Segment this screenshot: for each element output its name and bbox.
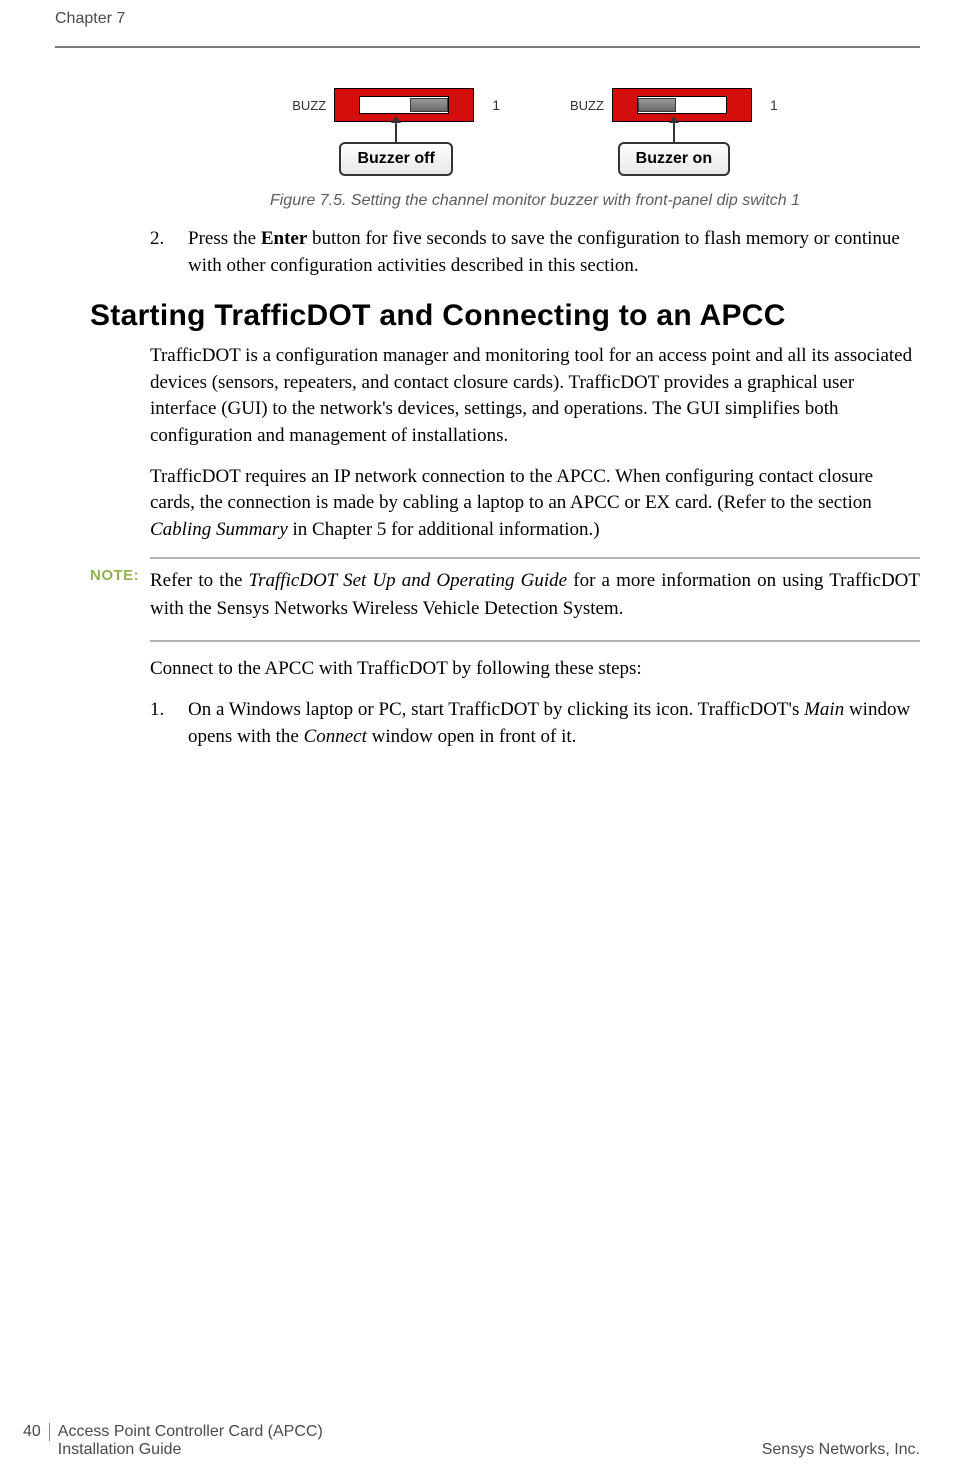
doc-title-line1: Access Point Controller Card (APCC) bbox=[58, 1423, 323, 1441]
note-rule bbox=[150, 557, 920, 559]
buzz-label: BUZZ bbox=[292, 98, 326, 113]
list-number: 2. bbox=[150, 226, 172, 279]
list-item: 2. Press the Enter button for five secon… bbox=[150, 226, 920, 279]
buzzer-on-callout: Buzzer on bbox=[618, 142, 730, 176]
chapter-header: Chapter 7 bbox=[55, 0, 920, 46]
list-text: Press the Enter button for five seconds … bbox=[188, 226, 920, 279]
buzzer-off-diagram: BUZZ 1 Buzzer off bbox=[292, 88, 500, 176]
switch-number: 1 bbox=[492, 97, 500, 113]
page-footer: 40 Access Point Controller Card (APCC) 4… bbox=[23, 1423, 920, 1459]
header-rule bbox=[55, 46, 920, 48]
note-label: NOTE: bbox=[90, 567, 140, 584]
note-block: NOTE: Refer to the TrafficDOT Set Up and… bbox=[150, 557, 920, 642]
doc-title-line2: Installation Guide bbox=[58, 1441, 182, 1459]
figure-7-5: BUZZ 1 Buzzer off BUZZ 1 Buzzer on bbox=[150, 88, 920, 176]
paragraph: TrafficDOT requires an IP network connec… bbox=[150, 464, 920, 544]
switch-number: 1 bbox=[770, 97, 778, 113]
buzzer-on-diagram: BUZZ 1 Buzzer on bbox=[570, 88, 778, 176]
company-name: Sensys Networks, Inc. bbox=[762, 1441, 920, 1459]
list-number: 1. bbox=[150, 697, 172, 750]
list-text: On a Windows laptop or PC, start Traffic… bbox=[188, 697, 920, 750]
step-list-1: 2. Press the Enter button for five secon… bbox=[150, 226, 920, 279]
buzzer-off-callout: Buzzer off bbox=[339, 142, 452, 176]
figure-caption: Figure 7.5. Setting the channel monitor … bbox=[150, 192, 920, 210]
content-area: BUZZ 1 Buzzer off BUZZ 1 Buzzer on Figur… bbox=[55, 88, 920, 750]
buzz-label: BUZZ bbox=[570, 98, 604, 113]
list-item: 1. On a Windows laptop or PC, start Traf… bbox=[150, 697, 920, 750]
paragraph: Connect to the APCC with TrafficDOT by f… bbox=[150, 656, 920, 683]
note-rule bbox=[150, 640, 920, 642]
page-number: 40 bbox=[23, 1423, 50, 1441]
document-page: Chapter 7 BUZZ 1 Buzzer off BUZZ 1 bbox=[0, 0, 975, 1477]
section-heading: Starting TrafficDOT and Connecting to an… bbox=[90, 299, 920, 333]
step-list-2: 1. On a Windows laptop or PC, start Traf… bbox=[150, 697, 920, 750]
paragraph: TrafficDOT is a configuration manager an… bbox=[150, 343, 920, 449]
note-text: Refer to the TrafficDOT Set Up and Opera… bbox=[150, 567, 920, 622]
